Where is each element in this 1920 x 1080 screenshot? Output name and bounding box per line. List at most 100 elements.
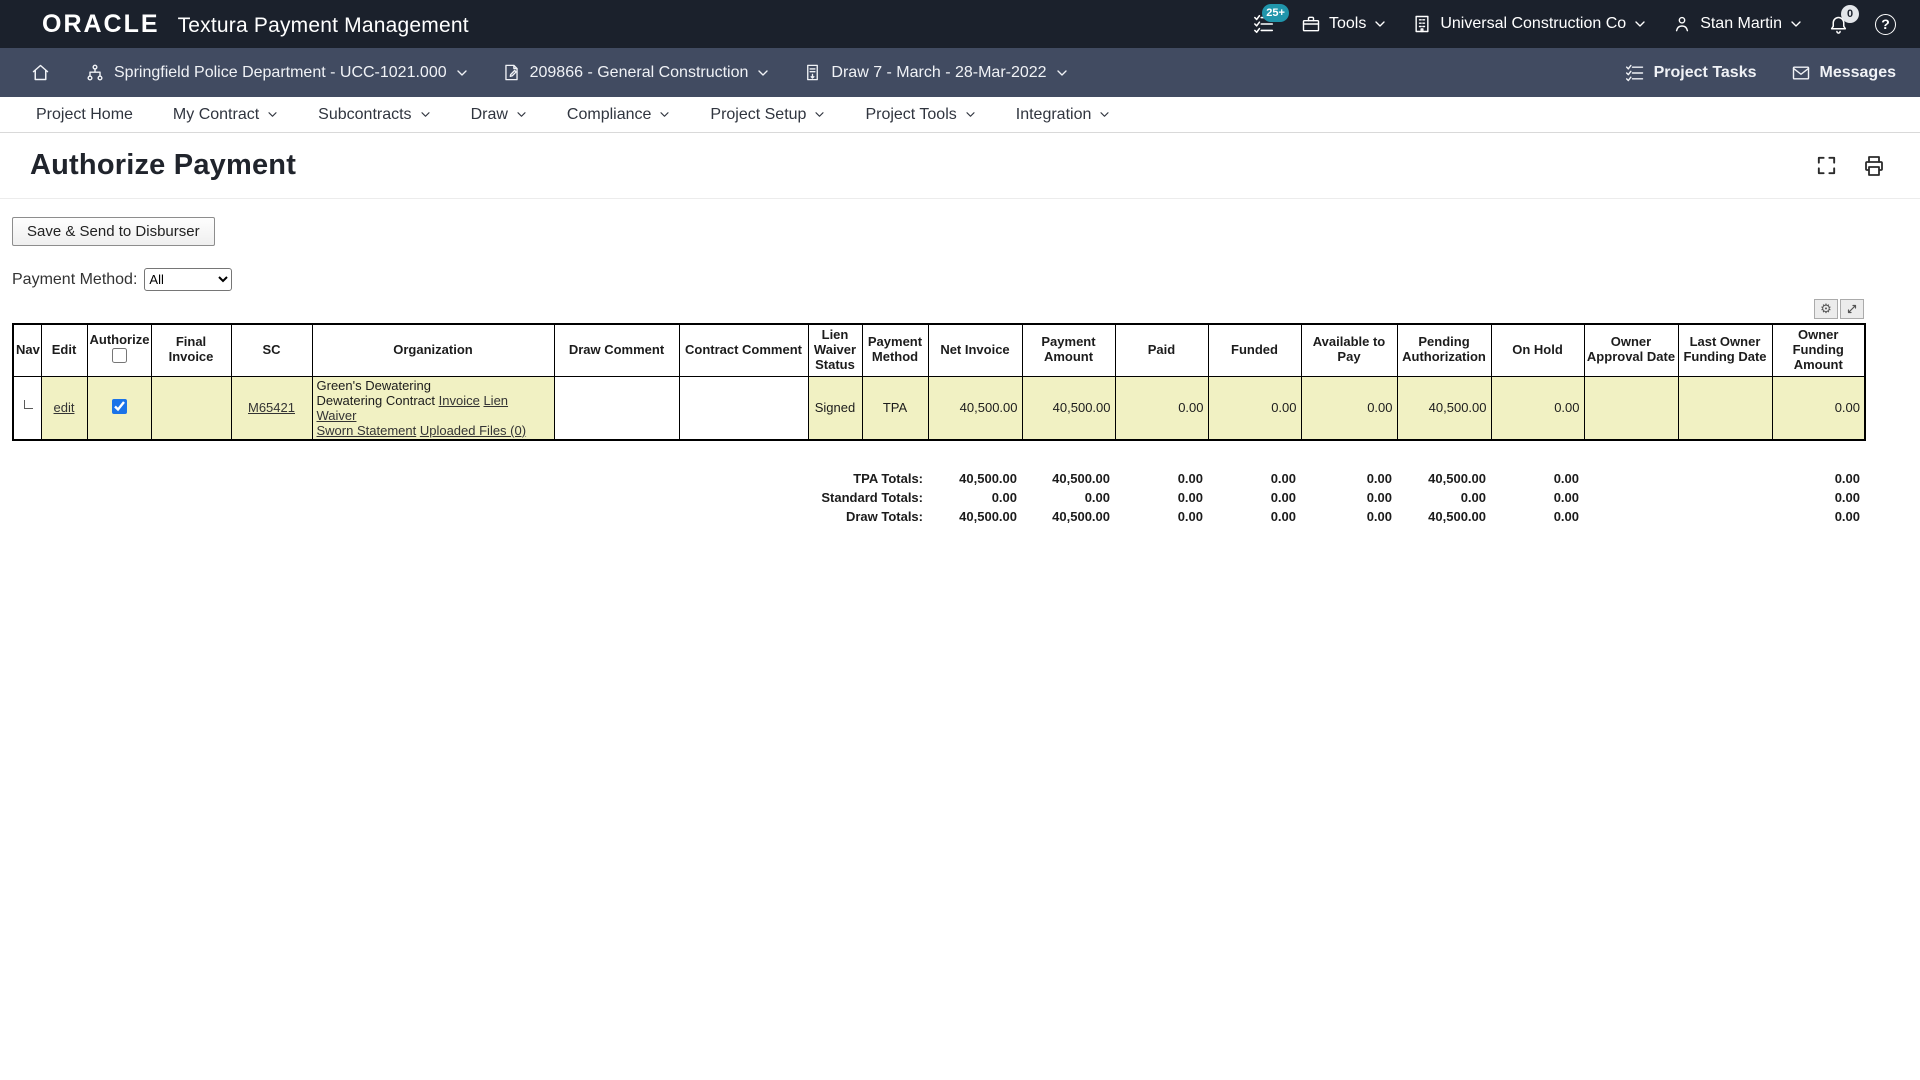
totals-value: 0.00 bbox=[1114, 469, 1207, 488]
nav-cell bbox=[13, 376, 41, 440]
payment-amount-cell: 40,500.00 bbox=[1022, 376, 1115, 440]
menu-project-home[interactable]: Project Home bbox=[36, 106, 133, 124]
col-payment-method: Payment Method bbox=[862, 324, 928, 376]
chevron-down-icon bbox=[1374, 20, 1386, 28]
totals-value: 0.00 bbox=[927, 488, 1021, 507]
envelope-icon bbox=[1791, 63, 1811, 83]
chevron-down-icon bbox=[1634, 20, 1646, 28]
uploaded-files-link[interactable]: Uploaded Files (0) bbox=[420, 423, 526, 438]
draw-name: Draw 7 - March - 28-Mar-2022 bbox=[831, 64, 1046, 82]
contract-selector[interactable]: 209866 - General Construction bbox=[502, 63, 770, 82]
totals-value: 0.00 bbox=[1114, 488, 1207, 507]
totals-label: Draw Totals: bbox=[12, 507, 927, 526]
tasks-count-badge: 25+ bbox=[1262, 4, 1289, 22]
hierarchy-icon bbox=[85, 63, 105, 83]
project-name: Springfield Police Department - UCC-1021… bbox=[114, 64, 447, 82]
fullscreen-icon[interactable] bbox=[1815, 154, 1838, 177]
top-bar: ORACLE Textura Payment Management 25+ To… bbox=[0, 0, 1920, 48]
tools-label: Tools bbox=[1329, 15, 1366, 33]
home-icon bbox=[30, 62, 51, 83]
totals-value: 40,500.00 bbox=[1396, 469, 1490, 488]
page-title: Authorize Payment bbox=[30, 149, 296, 182]
totals-value: 0.00 bbox=[1396, 488, 1490, 507]
table-expand-button[interactable] bbox=[1840, 299, 1864, 319]
menu-label: Project Home bbox=[36, 106, 133, 124]
notifications-button[interactable]: 0 bbox=[1828, 14, 1849, 35]
totals-value: 0.00 bbox=[1207, 488, 1300, 507]
col-funded: Funded bbox=[1208, 324, 1301, 376]
save-send-disburser-button[interactable]: Save & Send to Disburser bbox=[12, 217, 215, 246]
help-icon: ? bbox=[1875, 14, 1896, 35]
main-menu: Project Home My Contract Subcontracts Dr… bbox=[0, 97, 1920, 133]
user-menu[interactable]: Stan Martin bbox=[1672, 14, 1802, 34]
authorize-cell bbox=[87, 376, 151, 440]
authorize-payment-table: Nav Edit Authorize Final Invoice SC Orga… bbox=[12, 323, 1866, 441]
tools-menu[interactable]: Tools bbox=[1301, 14, 1386, 34]
col-payment-amount: Payment Amount bbox=[1022, 324, 1115, 376]
col-authorize: Authorize bbox=[87, 324, 151, 376]
col-contract-comment: Contract Comment bbox=[679, 324, 808, 376]
company-menu[interactable]: Universal Construction Co bbox=[1412, 14, 1646, 34]
col-owner-approval-date: Owner Approval Date bbox=[1584, 324, 1678, 376]
edit-link[interactable]: edit bbox=[54, 400, 75, 415]
sc-link[interactable]: M65421 bbox=[248, 400, 295, 415]
menu-draw[interactable]: Draw bbox=[471, 106, 527, 124]
chevron-down-icon bbox=[757, 69, 769, 77]
payment-method-select[interactable]: All bbox=[144, 268, 232, 291]
resize-diagonal-icon bbox=[1846, 303, 1858, 315]
totals-value: 40,500.00 bbox=[927, 507, 1021, 526]
menu-compliance[interactable]: Compliance bbox=[567, 106, 670, 124]
content-area: Save & Send to Disburser Payment Method:… bbox=[0, 199, 1920, 526]
menu-project-setup[interactable]: Project Setup bbox=[710, 106, 825, 124]
payment-method-label: Payment Method: bbox=[12, 271, 137, 289]
col-net-invoice: Net Invoice bbox=[928, 324, 1022, 376]
totals-value: 0.00 bbox=[1490, 469, 1583, 488]
paid-cell: 0.00 bbox=[1115, 376, 1208, 440]
chevron-down-icon bbox=[267, 111, 278, 118]
totals-value: 0.00 bbox=[1207, 469, 1300, 488]
contract-name: 209866 - General Construction bbox=[530, 64, 749, 82]
chevron-down-icon bbox=[456, 69, 468, 77]
menu-label: Subcontracts bbox=[318, 106, 411, 124]
table-settings-button[interactable]: ⚙ bbox=[1814, 299, 1838, 319]
col-last-owner-funding-date: Last Owner Funding Date bbox=[1678, 324, 1772, 376]
help-button[interactable]: ? bbox=[1875, 14, 1896, 35]
totals-value: 0.00 bbox=[1300, 507, 1396, 526]
menu-label: Project Tools bbox=[865, 106, 956, 124]
pending-authorization-cell: 40,500.00 bbox=[1397, 376, 1491, 440]
menu-project-tools[interactable]: Project Tools bbox=[865, 106, 975, 124]
col-on-hold: On Hold bbox=[1491, 324, 1584, 376]
authorize-row-checkbox[interactable] bbox=[112, 399, 127, 414]
brand: ORACLE Textura Payment Management bbox=[42, 10, 469, 39]
home-button[interactable] bbox=[30, 62, 51, 83]
edit-cell: edit bbox=[41, 376, 87, 440]
totals-value: 0.00 bbox=[1207, 507, 1300, 526]
project-tasks-link[interactable]: Project Tasks bbox=[1625, 63, 1757, 83]
sworn-statement-link[interactable]: Sworn Statement bbox=[317, 423, 417, 438]
organization-cell: Green's Dewatering Dewatering Contract I… bbox=[312, 376, 554, 440]
messages-label: Messages bbox=[1820, 64, 1897, 82]
global-tasks-button[interactable]: 25+ bbox=[1253, 13, 1275, 35]
totals-label: TPA Totals: bbox=[12, 469, 927, 488]
messages-link[interactable]: Messages bbox=[1791, 63, 1897, 83]
contract-title: Dewatering Contract bbox=[317, 393, 436, 408]
invoice-link[interactable]: Invoice bbox=[439, 393, 480, 408]
print-icon[interactable] bbox=[1862, 154, 1886, 178]
totals-value: 40,500.00 bbox=[927, 469, 1021, 488]
project-selector[interactable]: Springfield Police Department - UCC-1021… bbox=[85, 63, 468, 83]
col-lien-waiver-status: Lien Waiver Status bbox=[808, 324, 862, 376]
menu-subcontracts[interactable]: Subcontracts bbox=[318, 106, 430, 124]
draw-selector[interactable]: Draw 7 - March - 28-Mar-2022 bbox=[803, 63, 1067, 82]
totals-value: 0.00 bbox=[1490, 488, 1583, 507]
authorize-all-checkbox[interactable] bbox=[112, 348, 127, 363]
menu-integration[interactable]: Integration bbox=[1016, 106, 1111, 124]
menu-label: Integration bbox=[1016, 106, 1092, 124]
company-label: Universal Construction Co bbox=[1440, 15, 1626, 33]
checklist-icon bbox=[1625, 63, 1645, 83]
organization-name: Green's Dewatering bbox=[317, 378, 550, 393]
gear-icon: ⚙ bbox=[1820, 301, 1832, 317]
tree-branch-icon bbox=[24, 400, 33, 409]
menu-my-contract[interactable]: My Contract bbox=[173, 106, 278, 124]
last-owner-funding-date-cell bbox=[1678, 376, 1772, 440]
totals-value: 0.00 bbox=[1021, 488, 1114, 507]
